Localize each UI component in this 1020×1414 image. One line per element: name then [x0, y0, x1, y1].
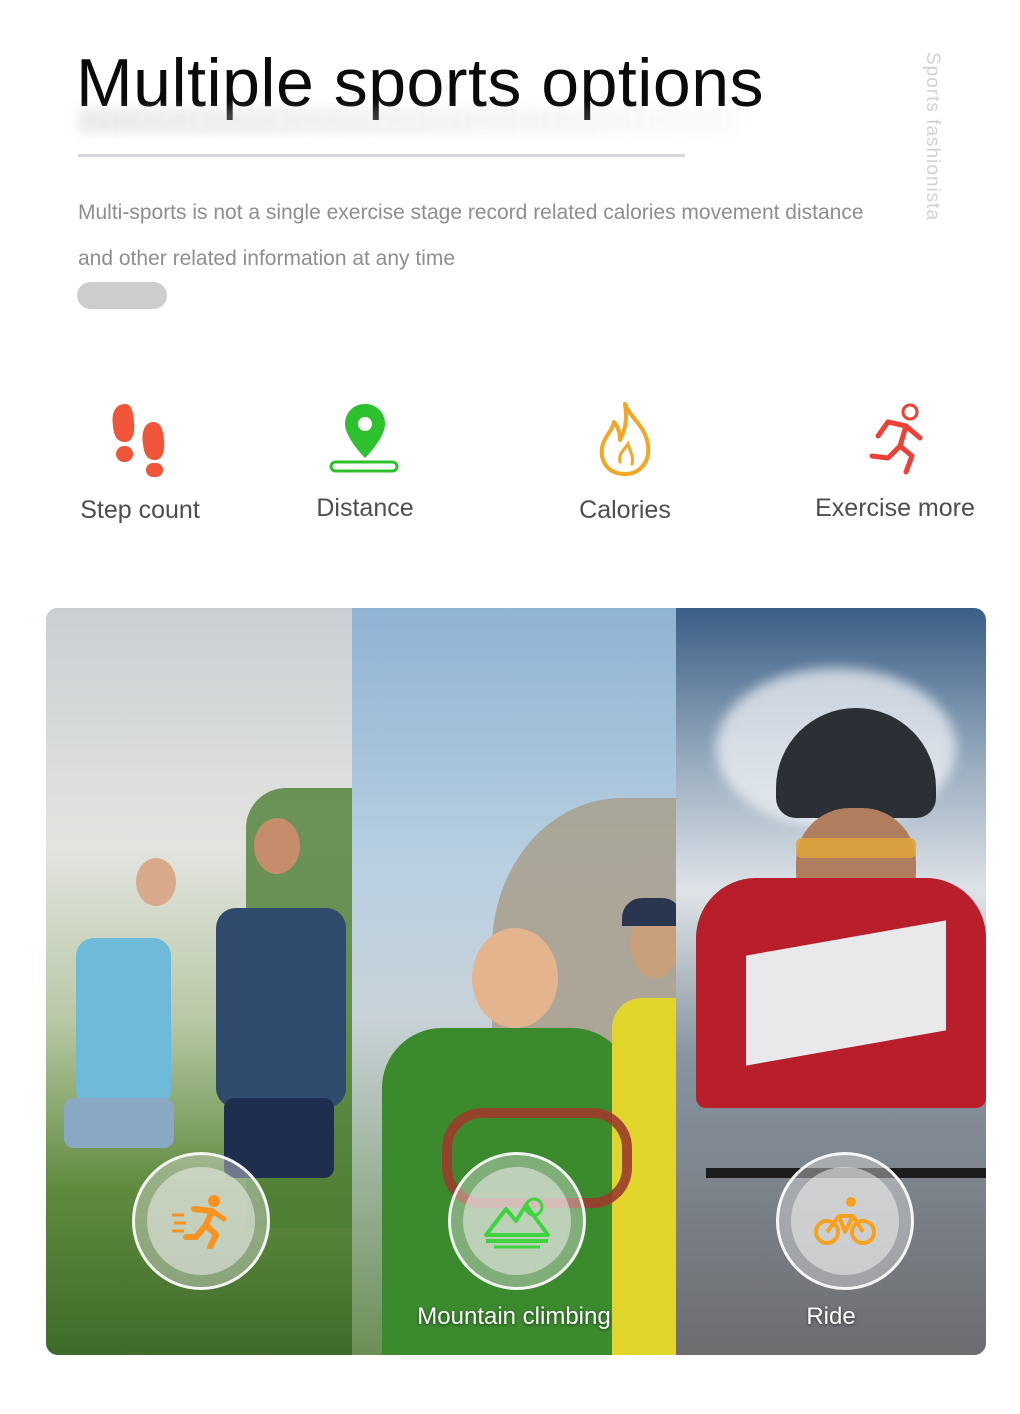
feature-label: Step count: [80, 496, 200, 524]
feature-calories: Calories: [515, 400, 735, 525]
sports-photo-gallery: Mountain climbing Ride: [46, 608, 986, 1355]
divider: [78, 154, 685, 157]
activity-label: Ride: [806, 1303, 856, 1330]
runner-icon: [869, 403, 923, 475]
description: Multi-sports is not a single exercise st…: [78, 201, 864, 270]
photo-mountain-climbing: Mountain climbing: [352, 608, 676, 1355]
bicycle-icon: [814, 1197, 876, 1245]
activity-mountain-button[interactable]: [448, 1152, 586, 1290]
location-pin-icon: [329, 404, 399, 473]
flame-icon: [599, 402, 651, 476]
running-icon: [172, 1195, 227, 1249]
feature-exercise-more: Exercise more: [785, 400, 1005, 523]
activity-label: Mountain climbing: [417, 1303, 611, 1330]
activity-running-button[interactable]: [132, 1152, 270, 1290]
photo-cycling: Ride: [676, 608, 986, 1355]
feature-label: Calories: [579, 496, 671, 524]
feature-step-count: Step count: [30, 400, 250, 525]
mountain-icon: [484, 1197, 550, 1249]
feature-label: Exercise more: [815, 494, 975, 522]
photo-jogging: [46, 608, 352, 1355]
footprints-icon: [112, 404, 165, 477]
activity-ride-button[interactable]: [776, 1152, 914, 1290]
side-label: Sports fashionista: [922, 52, 943, 222]
feature-label: Distance: [316, 494, 414, 522]
feature-distance: Distance: [255, 400, 475, 523]
title-reflection: [78, 108, 738, 134]
decorative-pill: [77, 282, 167, 309]
